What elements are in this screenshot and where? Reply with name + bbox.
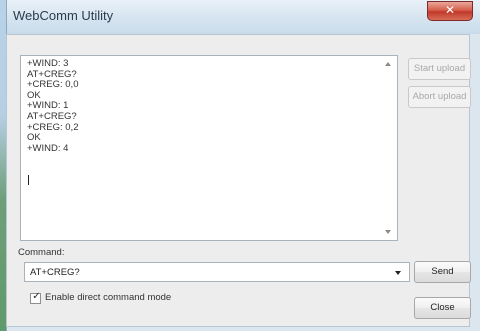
close-button[interactable]: Close: [414, 297, 471, 319]
enable-direct-command-mode-label[interactable]: Enable direct command mode: [45, 292, 171, 303]
command-label: Command:: [18, 247, 65, 258]
command-combobox[interactable]: AT+CREG?: [24, 262, 410, 282]
output-log-textarea[interactable]: +WIND: 3 AT+CREG? +CREG: 0,0 OK +WIND: 1…: [20, 55, 398, 241]
close-icon: ✕: [444, 3, 456, 17]
output-scrollbar[interactable]: [382, 56, 397, 240]
window-title: WebComm Utility: [13, 8, 114, 23]
scroll-up-arrow-icon[interactable]: [385, 62, 391, 66]
send-button[interactable]: Send: [414, 261, 471, 283]
text-caret: [28, 175, 29, 185]
scroll-down-arrow-icon[interactable]: [385, 230, 391, 234]
enable-direct-command-mode-checkbox[interactable]: ✓: [30, 291, 41, 304]
command-value: AT+CREG?: [30, 267, 80, 278]
chevron-down-icon[interactable]: [395, 271, 401, 275]
output-log-text: +WIND: 3 AT+CREG? +CREG: 0,0 OK +WIND: 1…: [27, 58, 79, 154]
abort-upload-button[interactable]: Abort upload: [408, 86, 471, 108]
window-close-button[interactable]: ✕: [427, 1, 473, 21]
title-bar[interactable]: WebComm Utility ✕: [7, 0, 480, 34]
checkmark-icon: ✓: [32, 291, 41, 302]
start-upload-button[interactable]: Start upload: [408, 58, 471, 80]
